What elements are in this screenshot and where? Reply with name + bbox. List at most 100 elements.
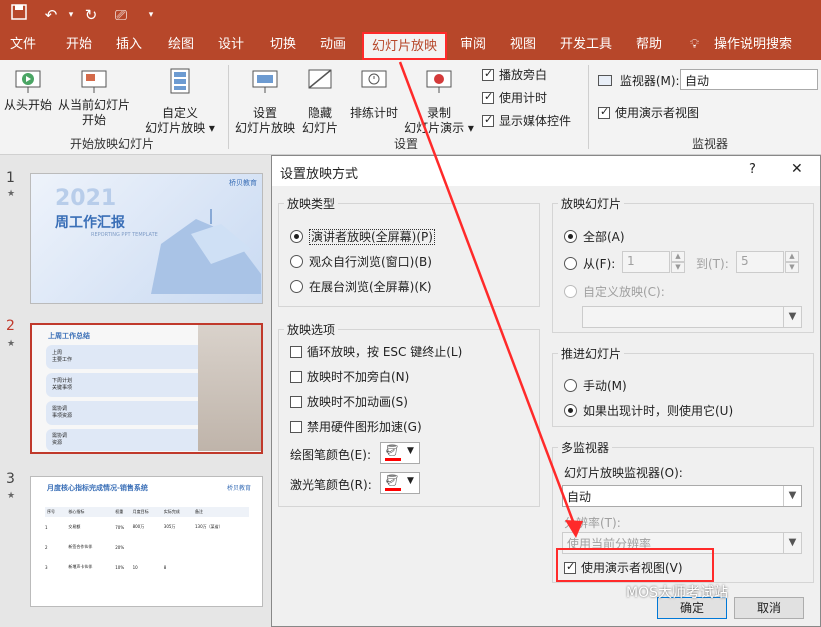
laser-color-button[interactable]: 🪣︎ ▼ (380, 472, 420, 494)
radio-indicator[interactable] (564, 379, 577, 392)
tab-insert[interactable]: 插入 (116, 30, 142, 60)
browsed-window-radio[interactable]: 观众自行浏览(窗口)(B) (290, 253, 432, 270)
from-beginning-button[interactable]: 从头开始 (2, 66, 54, 113)
setup-show-button[interactable]: 设置 幻灯片放映 (232, 66, 298, 136)
advance-slides-group-label: 推进幻灯片 (558, 345, 625, 362)
tab-help[interactable]: 帮助 (636, 30, 662, 60)
all-slides-radio[interactable]: 全部(A) (564, 228, 625, 245)
record-show-button[interactable]: 录制 幻灯片演示 ▾ (402, 66, 476, 136)
radio-indicator[interactable] (290, 255, 303, 268)
kiosk-radio[interactable]: 在展台浏览(全屏幕)(K) (290, 278, 432, 295)
spin-up-icon[interactable]: ▲ (785, 251, 799, 262)
hide-slide-button[interactable]: 隐藏 幻灯片 (298, 66, 342, 136)
multiple-monitors-group-label: 多监视器 (558, 439, 613, 456)
ribbon-tab-bar: 文件 开始 插入 绘图 设计 切换 动画 幻灯片放映 审阅 视图 开发工具 帮助… (0, 30, 821, 60)
no-narration-checkbox[interactable]: 放映时不加旁白(N) (290, 368, 409, 385)
tab-home[interactable]: 开始 (66, 30, 92, 60)
from-slide-label: 从(F): (583, 257, 616, 271)
show-media-controls-checkbox[interactable]: 显示媒体控件 (482, 112, 571, 129)
checkbox-box[interactable] (482, 67, 494, 81)
slide-thumbnail-1[interactable]: 2021 周工作汇报 REPORTING PPT TEMPLATE 桥贝教育 (30, 173, 263, 304)
save-icon[interactable] (8, 4, 30, 26)
monitor-value: 自动 (685, 74, 710, 88)
tab-design[interactable]: 设计 (218, 30, 244, 60)
checkbox-box[interactable] (290, 421, 302, 433)
tab-draw[interactable]: 绘图 (168, 30, 194, 60)
from-slide-radio[interactable]: 从(F): (564, 255, 615, 272)
cancel-button[interactable]: 取消 (734, 597, 804, 619)
mountain-graphic (151, 209, 261, 294)
radio-indicator[interactable] (564, 404, 577, 417)
chevron-down-icon: ▼ (783, 486, 801, 506)
spin-down-icon[interactable]: ▼ (785, 262, 799, 273)
tab-animations[interactable]: 动画 (320, 30, 346, 60)
checkbox-box[interactable] (290, 396, 302, 408)
spin-down-icon[interactable]: ▼ (671, 262, 685, 273)
slide-thumbnail-3[interactable]: 月度核心指标完成情况-销售系统 桥贝教育 序号 核心指标 权重 月度目标 实际完… (30, 476, 263, 607)
no-animation-label: 放映时不加动画(S) (307, 395, 408, 409)
checkbox-box[interactable] (598, 105, 610, 119)
show-monitor-dropdown[interactable]: 自动 ▼ (562, 485, 802, 507)
from-current-label-1: 从当前幻灯片 (57, 98, 130, 112)
show-media-controls-label: 显示媒体控件 (499, 114, 572, 128)
animation-star-icon: ★ (7, 339, 16, 349)
undo-dropdown-icon[interactable]: ▾ (60, 4, 82, 26)
from-slide-input[interactable]: 1 (622, 251, 670, 273)
use-presenter-view-checkbox[interactable]: 使用演示者视图 (598, 104, 699, 121)
disable-hw-accel-checkbox[interactable]: 禁用硬件图形加速(G) (290, 418, 422, 435)
tab-developer[interactable]: 开发工具 (560, 30, 612, 60)
checkbox-box[interactable] (482, 113, 494, 127)
customize-qat-icon[interactable]: ▾ (140, 4, 162, 26)
from-current-button[interactable]: 从当前幻灯片 开始 (56, 66, 132, 128)
use-timings-radio[interactable]: 如果出现计时，则使用它(U) (564, 402, 733, 419)
animation-star-icon: ★ (7, 491, 16, 501)
custom-show-radio[interactable]: 自定义放映(C): (564, 283, 665, 300)
radio-indicator[interactable] (564, 230, 577, 243)
redo-icon[interactable]: ↻ (80, 4, 102, 26)
table-header-cell: 核心指标 (68, 509, 85, 514)
presenter-icon[interactable]: ⎚ (110, 4, 132, 26)
pen-color-button[interactable]: 🪣︎ ▼ (380, 442, 420, 464)
presenter-fullscreen-label: 演讲者放映(全屏幕)(P) (309, 229, 435, 245)
help-button[interactable]: ? (749, 162, 756, 177)
tab-view[interactable]: 视图 (510, 30, 536, 60)
chevron-down-icon: ▼ (783, 533, 801, 553)
tab-transitions[interactable]: 切换 (270, 30, 296, 60)
checkbox-box[interactable] (482, 90, 494, 104)
presenter-fullscreen-radio[interactable]: 演讲者放映(全屏幕)(P) (290, 228, 435, 245)
tell-me-search[interactable]: 操作说明搜索 (714, 30, 792, 60)
spin-up-icon[interactable]: ▲ (671, 251, 685, 262)
close-icon[interactable]: ✕ (791, 161, 803, 177)
loop-checkbox[interactable]: 循环放映，按 ESC 键终止(L) (290, 343, 462, 360)
custom-show-button[interactable]: 自定义 幻灯片放映 ▾ (140, 66, 220, 136)
checkbox-box[interactable] (290, 371, 302, 383)
to-slide-input[interactable]: 5 (736, 251, 784, 273)
radio-indicator[interactable] (564, 257, 577, 270)
radio-indicator[interactable] (564, 285, 577, 298)
manual-advance-radio[interactable]: 手动(M) (564, 377, 627, 394)
monitor-dropdown[interactable]: 自动 (680, 69, 818, 90)
use-timings-checkbox[interactable]: 使用计时 (482, 89, 547, 106)
tab-slide-show[interactable]: 幻灯片放映 (362, 32, 448, 60)
slide-title: 周工作汇报 (55, 215, 125, 231)
radio-indicator[interactable] (290, 230, 303, 243)
rehearse-timings-button[interactable]: 排练计时 (346, 66, 402, 121)
record-label-1: 录制 (426, 106, 451, 120)
slide-thumbnail-2[interactable]: 上周工作总结 上周 主要工作 下周计划 关键事项 需协调 事项资源 需协调 资源 (30, 323, 263, 454)
tab-file[interactable]: 文件 (10, 30, 36, 60)
play-current-icon (81, 70, 107, 93)
checkbox-box[interactable] (290, 346, 302, 358)
custom-show-dropdown[interactable]: ▼ (582, 306, 802, 328)
custom-show-label: 自定义放映(C): (583, 285, 665, 299)
undo-icon[interactable]: ↶ (40, 4, 62, 26)
slide-year: 2021 (55, 186, 117, 211)
tab-review[interactable]: 审阅 (460, 30, 486, 60)
radio-indicator[interactable] (290, 280, 303, 293)
no-animation-checkbox[interactable]: 放映时不加动画(S) (290, 393, 408, 410)
table-cell: 70% (115, 524, 125, 530)
record-icon (426, 70, 452, 93)
play-narrations-checkbox[interactable]: 播放旁白 (482, 66, 547, 83)
animation-star-icon: ★ (7, 189, 16, 199)
from-slide-value: 1 (627, 254, 635, 268)
hide-slide-icon (308, 69, 332, 89)
